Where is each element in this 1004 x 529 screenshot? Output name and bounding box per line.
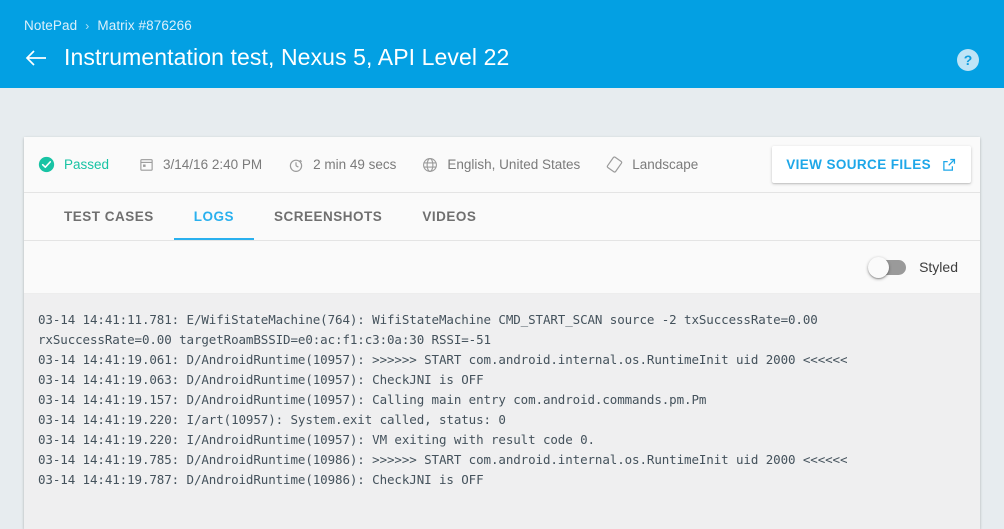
log-line: 03-14 14:41:19.220: I/art(10957): System… bbox=[38, 410, 980, 430]
meta-locale-label: English, United States bbox=[447, 157, 580, 172]
meta-duration: 2 min 49 secs bbox=[288, 157, 396, 173]
stopwatch-icon bbox=[288, 157, 304, 173]
test-meta-bar: Passed 3/14/16 2:40 PM 2 min 49 secs bbox=[24, 137, 980, 193]
check-circle-icon bbox=[38, 156, 55, 173]
styled-toggle-label: Styled bbox=[919, 259, 958, 275]
tab-bar: TEST CASES LOGS SCREENSHOTS VIDEOS bbox=[24, 193, 980, 241]
external-link-icon bbox=[941, 157, 957, 173]
tab-test-cases-label: TEST CASES bbox=[64, 209, 154, 224]
meta-duration-label: 2 min 49 secs bbox=[313, 157, 396, 172]
meta-locale: English, United States bbox=[422, 157, 580, 173]
meta-orientation-label: Landscape bbox=[632, 157, 698, 172]
title-row: Instrumentation test, Nexus 5, API Level… bbox=[24, 44, 509, 71]
view-source-files-label: VIEW SOURCE FILES bbox=[786, 157, 931, 172]
tab-videos-label: VIDEOS bbox=[422, 209, 476, 224]
view-source-files-button[interactable]: VIEW SOURCE FILES bbox=[772, 146, 971, 183]
breadcrumb-current[interactable]: Matrix #876266 bbox=[97, 18, 191, 33]
styled-toggle[interactable] bbox=[870, 260, 906, 275]
breadcrumb: NotePad › Matrix #876266 bbox=[24, 18, 192, 33]
calendar-icon bbox=[139, 157, 154, 172]
log-line: 03-14 14:41:11.781: E/WifiStateMachine(7… bbox=[38, 310, 980, 330]
tab-logs-label: LOGS bbox=[194, 209, 234, 224]
log-line: 03-14 14:41:19.061: D/AndroidRuntime(109… bbox=[38, 350, 980, 370]
svg-text:?: ? bbox=[964, 52, 973, 68]
log-options-row: Styled bbox=[24, 241, 980, 294]
log-line: rxSuccessRate=0.00 targetRoamBSSID=e0:ac… bbox=[38, 330, 980, 350]
tab-screenshots-label: SCREENSHOTS bbox=[274, 209, 382, 224]
log-line: 03-14 14:41:19.787: D/AndroidRuntime(109… bbox=[38, 470, 980, 490]
help-circle-icon[interactable]: ? bbox=[956, 48, 980, 72]
status-label: Passed bbox=[64, 157, 109, 172]
meta-orientation: Landscape bbox=[606, 156, 698, 173]
status-badge: Passed bbox=[38, 156, 109, 173]
tab-test-cases[interactable]: TEST CASES bbox=[44, 193, 174, 240]
log-line: 03-14 14:41:19.157: D/AndroidRuntime(109… bbox=[38, 390, 980, 410]
screen-rotation-icon bbox=[606, 156, 623, 173]
tab-screenshots[interactable]: SCREENSHOTS bbox=[254, 193, 402, 240]
app-bar: NotePad › Matrix #876266 Instrumentation… bbox=[0, 0, 1004, 88]
log-line: 03-14 14:41:19.063: D/AndroidRuntime(109… bbox=[38, 370, 980, 390]
meta-date-label: 3/14/16 2:40 PM bbox=[163, 157, 262, 172]
breadcrumb-separator-icon: › bbox=[85, 19, 89, 33]
tab-logs[interactable]: LOGS bbox=[174, 193, 254, 240]
log-line: 03-14 14:41:19.785: D/AndroidRuntime(109… bbox=[38, 450, 980, 470]
breadcrumb-root[interactable]: NotePad bbox=[24, 18, 77, 33]
styled-toggle-knob bbox=[868, 257, 889, 278]
meta-date: 3/14/16 2:40 PM bbox=[139, 157, 262, 172]
log-output-pane[interactable]: 03-14 14:41:11.781: E/WifiStateMachine(7… bbox=[24, 294, 980, 529]
log-line: 03-14 14:41:19.220: I/AndroidRuntime(109… bbox=[38, 430, 980, 450]
tab-videos[interactable]: VIDEOS bbox=[402, 193, 496, 240]
arrow-left-icon[interactable] bbox=[24, 46, 48, 70]
page-title: Instrumentation test, Nexus 5, API Level… bbox=[64, 44, 509, 71]
globe-icon bbox=[422, 157, 438, 173]
test-result-card: Passed 3/14/16 2:40 PM 2 min 49 secs bbox=[24, 137, 980, 529]
